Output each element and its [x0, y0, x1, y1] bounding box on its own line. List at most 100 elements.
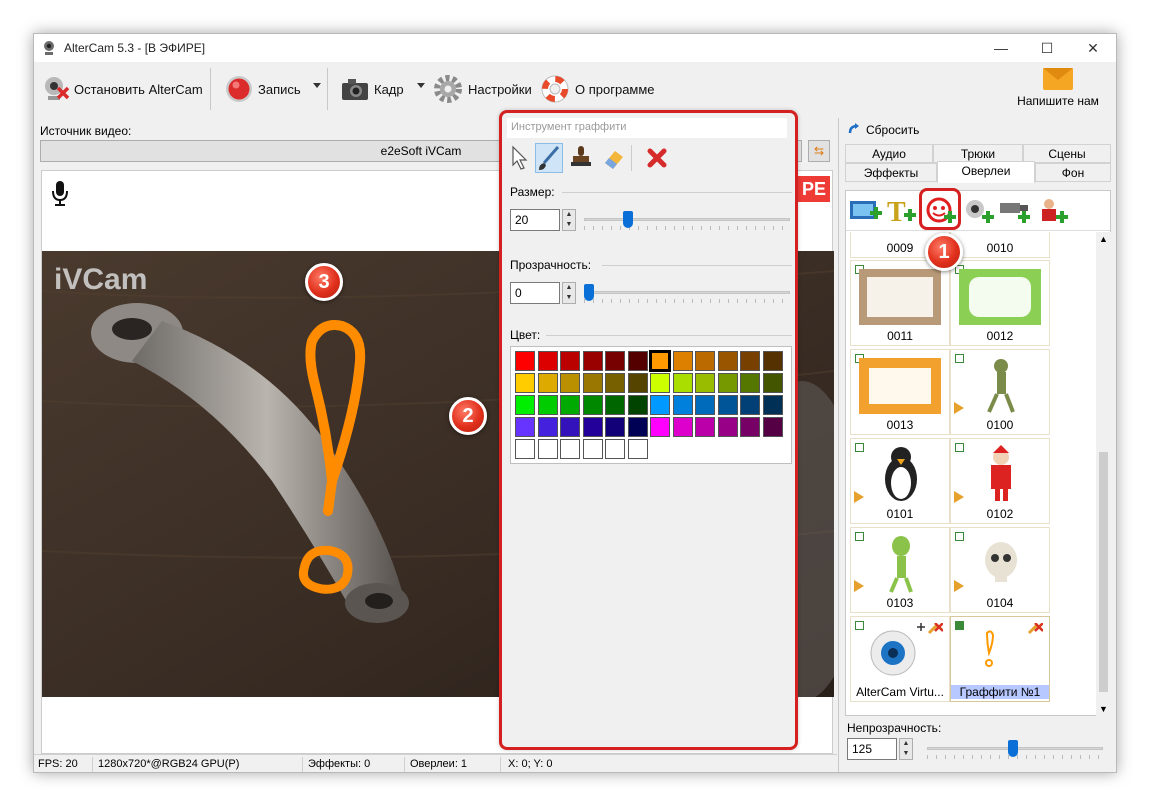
overlay-tile[interactable]: 0104	[950, 527, 1050, 613]
color-swatch[interactable]	[582, 439, 603, 459]
slider-thumb[interactable]	[1008, 740, 1018, 757]
color-swatch[interactable]	[649, 350, 671, 372]
color-swatch[interactable]	[537, 439, 558, 459]
color-swatch[interactable]	[582, 417, 603, 437]
opacity-slider[interactable]	[927, 738, 1103, 760]
color-swatch[interactable]	[605, 395, 625, 415]
color-swatch[interactable]	[672, 395, 693, 415]
opacity-input[interactable]: 125	[847, 738, 897, 760]
tab-scenes[interactable]: Сцены	[1023, 144, 1111, 163]
record-dropdown-arrow[interactable]	[313, 83, 321, 88]
color-swatch[interactable]	[650, 395, 670, 415]
add-video-camera-icon[interactable]	[998, 197, 1032, 225]
scroll-down-icon[interactable]: ▼	[1096, 702, 1111, 716]
tab-background[interactable]: Фон	[1035, 163, 1111, 182]
microphone-icon[interactable]	[52, 181, 68, 207]
frame-button[interactable]: Кадр	[340, 72, 404, 106]
clear-icon[interactable]	[643, 143, 671, 173]
color-swatch[interactable]	[560, 439, 580, 459]
tab-audio[interactable]: Аудио	[845, 144, 933, 163]
color-swatch[interactable]	[537, 395, 558, 415]
add-logo-icon[interactable]	[1036, 197, 1070, 225]
overlay-tile[interactable]: 0011	[850, 260, 950, 346]
color-swatch[interactable]	[695, 351, 715, 371]
reset-button[interactable]: Сбросить	[847, 122, 919, 138]
color-swatch[interactable]	[695, 417, 715, 437]
color-swatch[interactable]	[695, 373, 715, 393]
slider-thumb[interactable]	[623, 211, 633, 228]
color-swatch[interactable]	[605, 351, 625, 371]
color-swatch[interactable]	[650, 373, 670, 393]
color-swatch[interactable]	[740, 417, 760, 437]
overlay-tile[interactable]: 0010	[950, 232, 1050, 258]
overlay-tile[interactable]: 0103	[850, 527, 950, 613]
color-swatch[interactable]	[515, 395, 535, 415]
brush-size-stepper[interactable]: ▲ ▼	[562, 209, 576, 231]
overlay-tile[interactable]: 0012	[950, 260, 1050, 346]
color-swatch[interactable]	[537, 417, 558, 437]
transparency-stepper[interactable]: ▲ ▼	[562, 282, 576, 304]
add-image-icon[interactable]	[848, 197, 882, 225]
minimize-button[interactable]: —	[978, 34, 1024, 62]
scroll-up-icon[interactable]: ▲	[1096, 232, 1111, 246]
color-swatch[interactable]	[627, 373, 648, 393]
color-swatch[interactable]	[582, 373, 603, 393]
scrollbar-thumb[interactable]	[1099, 452, 1108, 692]
eraser-icon[interactable]	[599, 143, 627, 173]
color-swatch[interactable]	[762, 373, 783, 393]
color-swatch[interactable]	[740, 373, 760, 393]
overlay-tile-selected[interactable]: Граффити №1	[950, 616, 1050, 702]
record-button[interactable]: Запись	[224, 72, 301, 106]
add-text-icon[interactable]: T	[884, 197, 918, 225]
overlay-tile[interactable]: 0100	[950, 349, 1050, 435]
color-swatch[interactable]	[717, 395, 738, 415]
color-swatch[interactable]	[515, 439, 535, 459]
color-swatch[interactable]	[560, 351, 580, 371]
color-swatch[interactable]	[627, 395, 648, 415]
color-swatch[interactable]	[717, 417, 738, 437]
color-swatch[interactable]	[762, 351, 783, 371]
frame-dropdown-arrow[interactable]	[417, 83, 425, 88]
color-swatch[interactable]	[672, 417, 693, 437]
stamp-icon[interactable]	[567, 143, 595, 173]
color-swatch[interactable]	[560, 395, 580, 415]
brush-tool-button[interactable]	[535, 143, 563, 173]
close-button[interactable]: ✕	[1070, 34, 1116, 62]
color-swatch[interactable]	[627, 417, 648, 437]
color-swatch[interactable]	[582, 351, 603, 371]
color-swatch[interactable]	[515, 351, 535, 371]
maximize-button[interactable]: ☐	[1024, 34, 1070, 62]
color-swatch[interactable]	[740, 351, 760, 371]
color-swatch[interactable]	[672, 351, 693, 371]
color-swatch[interactable]	[672, 373, 693, 393]
brush-size-input[interactable]: 20	[510, 209, 560, 231]
color-swatch[interactable]	[582, 395, 603, 415]
tab-effects[interactable]: Эффекты	[845, 163, 937, 182]
overlay-tile[interactable]: AlterCam Virtu...	[850, 616, 950, 702]
transparency-slider[interactable]	[584, 282, 790, 304]
cursor-icon[interactable]	[507, 143, 535, 173]
color-swatch[interactable]	[740, 395, 760, 415]
color-swatch[interactable]	[515, 417, 535, 437]
color-swatch[interactable]	[627, 351, 648, 371]
slider-thumb[interactable]	[584, 284, 594, 301]
color-swatch[interactable]	[605, 373, 625, 393]
stop-altercam-button[interactable]: Остановить AlterCam	[40, 72, 203, 106]
contact-us-button[interactable]: Напишите нам	[1008, 68, 1108, 114]
about-button[interactable]: О программе	[539, 72, 655, 106]
transparency-input[interactable]: 0	[510, 282, 560, 304]
color-swatch[interactable]	[537, 351, 558, 371]
color-swatch[interactable]	[560, 373, 580, 393]
refresh-source-button[interactable]: ⇆	[808, 140, 830, 162]
color-swatch[interactable]	[560, 417, 580, 437]
tab-overlays[interactable]: Оверлеи	[937, 161, 1035, 183]
color-swatch[interactable]	[762, 417, 783, 437]
color-swatch[interactable]	[717, 351, 738, 371]
overlay-tile[interactable]: 0013	[850, 349, 950, 435]
color-swatch[interactable]	[695, 395, 715, 415]
overlay-tile[interactable]: 0102	[950, 438, 1050, 524]
color-swatch[interactable]	[762, 395, 783, 415]
overlay-tile[interactable]: 0101	[850, 438, 950, 524]
color-swatch[interactable]	[627, 439, 648, 459]
color-swatch[interactable]	[717, 373, 738, 393]
